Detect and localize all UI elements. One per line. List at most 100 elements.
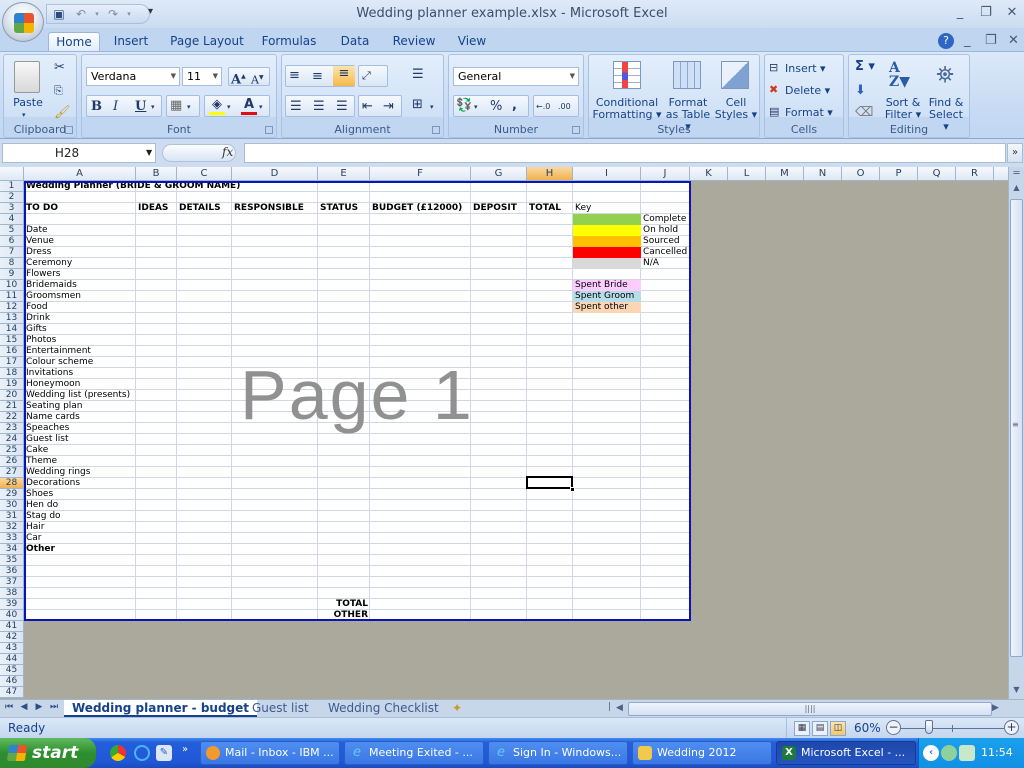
align-center-icon[interactable]: ☰ [313, 99, 325, 115]
paste-dropdown-icon[interactable]: ▾ [22, 109, 26, 121]
sheet-tab-budget[interactable]: Wedding planner - budget [64, 700, 258, 717]
scroll-down-icon[interactable]: ▼ [1009, 683, 1024, 697]
network-icon[interactable] [941, 745, 957, 761]
row-header-11[interactable]: 11 [0, 291, 24, 302]
row-header-25[interactable]: 25 [0, 445, 24, 456]
row-header-7[interactable]: 7 [0, 247, 24, 258]
zoom-level[interactable]: 60% [854, 721, 881, 735]
row-header-4[interactable]: 4 [0, 214, 24, 225]
horizontal-scrollbar[interactable]: | ◀ |||| ▶ [608, 702, 1008, 716]
row-header-15[interactable]: 15 [0, 335, 24, 346]
todo-item[interactable]: Photos [24, 335, 56, 346]
column-header-j[interactable]: J [641, 167, 690, 180]
todo-item[interactable]: Dress [24, 247, 51, 258]
todo-item[interactable]: Gifts [24, 324, 47, 335]
fill-handle[interactable] [570, 487, 575, 492]
align-bottom-icon[interactable]: ≡ [333, 66, 355, 86]
align-right-icon[interactable]: ☰ [336, 99, 348, 115]
todo-item[interactable]: Guest list [24, 434, 69, 445]
todo-item[interactable]: Car [24, 533, 42, 544]
row-header-1[interactable]: 1 [0, 181, 24, 192]
percent-button[interactable]: % [490, 99, 502, 115]
key-status-label[interactable]: Sourced [641, 236, 680, 247]
other-label[interactable]: Other [24, 544, 55, 555]
align-left-icon[interactable]: ☰ [290, 99, 302, 115]
row-header-5[interactable]: 5 [0, 225, 24, 236]
insert-sheet-icon[interactable]: ✦ [452, 701, 462, 715]
delete-cells-button[interactable]: Delete ▾ [785, 85, 830, 97]
normal-view-icon[interactable]: ▦ [794, 721, 810, 736]
row-header-24[interactable]: 24 [0, 434, 24, 445]
fill-color-dropdown-icon[interactable]: ▾ [227, 99, 231, 115]
todo-item[interactable]: Decorations [24, 478, 80, 489]
increase-decimal-icon[interactable]: ←.0 [536, 99, 550, 115]
sheet-tab-wedding-checklist[interactable]: Wedding Checklist [320, 700, 447, 717]
todo-item[interactable]: Colour scheme [24, 357, 93, 368]
key-status-label[interactable]: On hold [641, 225, 678, 236]
column-header-o[interactable]: O [842, 167, 880, 180]
taskbar-item-signin[interactable]: e Sign In - Windows... [488, 741, 628, 765]
minimize-icon[interactable]: _ [950, 5, 970, 20]
workbook-restore-icon[interactable]: ❐ [985, 33, 997, 48]
font-color-dropdown-icon[interactable]: ▾ [259, 99, 263, 115]
number-launcher-icon[interactable] [572, 126, 580, 134]
row-header-2[interactable]: 2 [0, 192, 24, 203]
font-name-dropdown[interactable]: Verdana ▼ [86, 67, 180, 86]
column-header-d[interactable]: D [232, 167, 318, 180]
row-header-16[interactable]: 16 [0, 346, 24, 357]
grow-font-icon[interactable]: A▲ [231, 69, 246, 88]
number-format-dropdown[interactable]: General ▼ [453, 67, 579, 86]
align-middle-icon[interactable]: ≡ [312, 69, 323, 85]
alignment-launcher-icon[interactable] [432, 126, 440, 134]
redo-icon[interactable]: ↷ [105, 7, 121, 21]
messenger-icon[interactable] [959, 745, 975, 761]
start-button[interactable]: start [0, 738, 96, 768]
column-heading[interactable]: IDEAS [136, 203, 168, 214]
zoom-slider-thumb[interactable] [924, 720, 933, 734]
tab-view[interactable]: View [452, 32, 492, 52]
sheet-tab-guest-list[interactable]: Guest list [244, 700, 317, 717]
column-header-a[interactable]: A [24, 167, 136, 180]
close-icon[interactable]: ✕ [1002, 5, 1022, 20]
next-sheet-icon[interactable]: ▶ [32, 702, 46, 712]
orientation-button[interactable]: ⤢ [358, 65, 388, 87]
scroll-up-icon[interactable]: ▲ [1009, 181, 1024, 195]
decrease-indent-icon[interactable]: ⇤ [362, 99, 373, 115]
todo-item[interactable]: Seating plan [24, 401, 83, 412]
row-header-20[interactable]: 20 [0, 390, 24, 401]
row-header-3[interactable]: 3 [0, 203, 24, 214]
column-header-q[interactable]: Q [918, 167, 956, 180]
taskbar-item-wedding-folder[interactable]: Wedding 2012 [632, 741, 772, 765]
vertical-scrollbar[interactable]: ═ ▲ ≡ ▼ [1008, 167, 1024, 699]
show-hidden-icons[interactable]: ‹ [923, 745, 939, 761]
page-layout-view-icon[interactable]: ▤ [812, 721, 828, 736]
todo-item[interactable]: Cake [24, 445, 48, 456]
todo-item[interactable]: Wedding rings [24, 467, 90, 478]
currency-dropdown-icon[interactable]: ▾ [474, 99, 478, 115]
scroll-left-icon[interactable]: ◀ [616, 703, 623, 713]
fill-icon[interactable]: ⬇ [855, 83, 866, 99]
more-quicklaunch-icon[interactable]: » [182, 744, 188, 755]
column-header-m[interactable]: M [766, 167, 804, 180]
insert-function-button[interactable]: fx [222, 145, 233, 159]
clear-icon[interactable]: ⌫ [855, 105, 873, 121]
row-header-36[interactable]: 36 [0, 566, 24, 577]
row-header-9[interactable]: 9 [0, 269, 24, 280]
todo-item[interactable]: Hair [24, 522, 44, 533]
total-label[interactable]: TOTAL [318, 599, 370, 610]
increase-indent-icon[interactable]: ⇥ [383, 99, 394, 115]
redo-dropdown-icon[interactable]: ▾ [121, 7, 137, 21]
key-spend-label[interactable]: Spent Groom [573, 291, 641, 302]
column-header-p[interactable]: P [880, 167, 918, 180]
decrease-decimal-icon[interactable]: .00 [558, 99, 571, 115]
column-heading[interactable]: DEPOSIT [471, 203, 517, 214]
last-sheet-icon[interactable]: ⏭ [47, 702, 61, 712]
autosum-button[interactable]: Σ ▾ [855, 60, 875, 73]
key-label[interactable]: Key [573, 203, 591, 214]
todo-item[interactable]: Food [24, 302, 48, 313]
row-header-27[interactable]: 27 [0, 467, 24, 478]
row-header-29[interactable]: 29 [0, 489, 24, 500]
row-header-42[interactable]: 42 [0, 632, 24, 643]
chrome-icon[interactable] [110, 745, 126, 761]
cut-icon[interactable]: ✂ [54, 60, 65, 76]
